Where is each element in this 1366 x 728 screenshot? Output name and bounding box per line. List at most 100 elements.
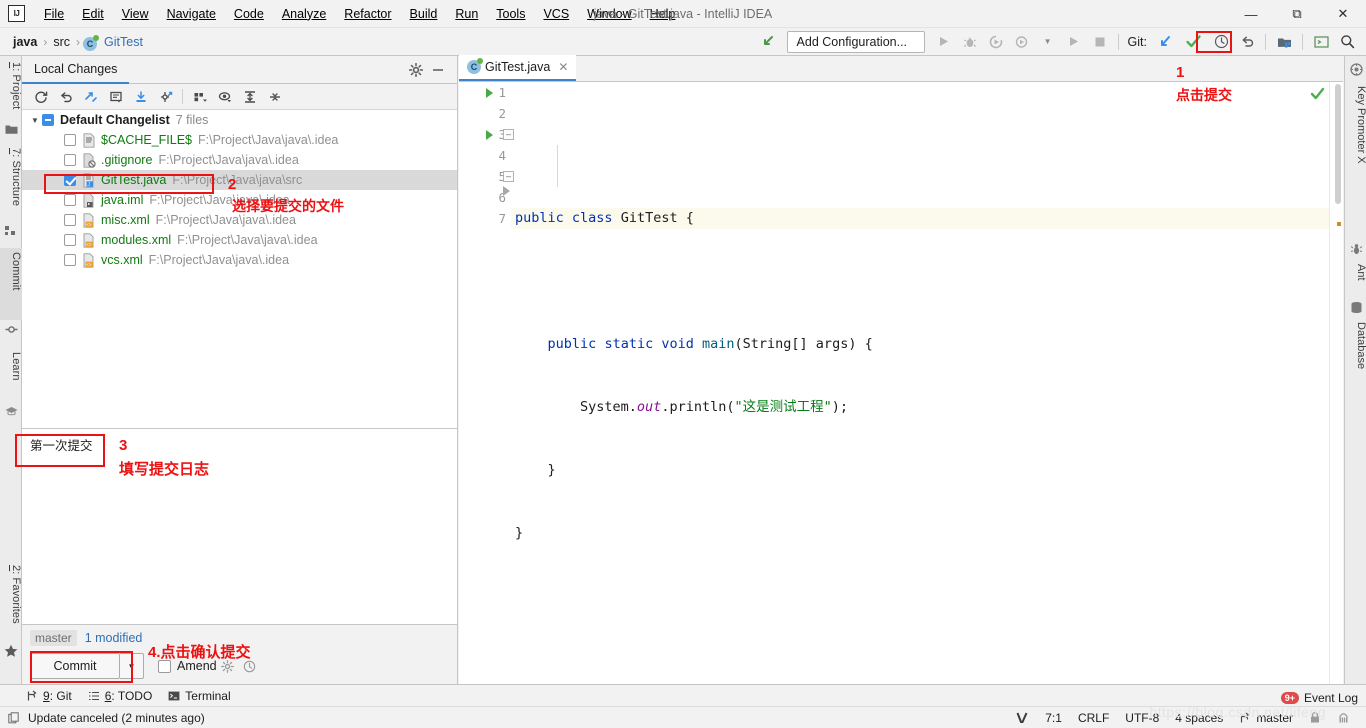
amend-checkbox[interactable] <box>158 659 171 673</box>
maximize-button[interactable]: ⧉ <box>1274 0 1320 28</box>
menu-help[interactable]: Help <box>641 2 685 26</box>
minimize-panel-icon[interactable] <box>427 59 449 81</box>
project-structure-icon[interactable] <box>1271 30 1297 54</box>
close-icon[interactable]: ✕ <box>558 60 568 74</box>
changelist-row[interactable]: ▼ Default Changelist 7 files <box>22 110 457 130</box>
event-log-button[interactable]: 9+ Event Log <box>1280 691 1358 705</box>
indent-setting[interactable]: 4 spaces <box>1167 711 1231 725</box>
caret-position[interactable]: 7:1 <box>1037 711 1070 725</box>
tab-gittest-java[interactable]: C GitTest.java ✕ <box>459 55 577 81</box>
menu-view[interactable]: View <box>113 2 158 26</box>
sidebar-item-key-promoter[interactable]: Key Promoter X <box>1345 82 1366 190</box>
breadcrumb-src[interactable]: src <box>50 33 73 51</box>
menu-run[interactable]: Run <box>446 2 487 26</box>
rollback-icon[interactable] <box>53 85 78 109</box>
stop-icon[interactable] <box>1087 30 1113 54</box>
chevron-down-icon[interactable]: ▼ <box>28 116 42 125</box>
history-icon[interactable] <box>239 656 261 676</box>
run-gutter-icon[interactable] <box>486 130 493 140</box>
table-row[interactable]: java.iml F:\Project\Java\java\.idea <box>22 190 457 210</box>
menu-build[interactable]: Build <box>401 2 447 26</box>
file-checkbox[interactable] <box>64 214 76 226</box>
file-checkbox[interactable] <box>64 254 76 266</box>
history-icon[interactable] <box>1208 30 1234 54</box>
lock-icon[interactable] <box>1301 711 1329 724</box>
commit-message-input[interactable]: 第一次提交 <box>22 428 457 624</box>
shelve-icon[interactable] <box>128 85 153 109</box>
profile-icon[interactable] <box>1009 30 1035 54</box>
run-gutter-icon[interactable] <box>486 88 493 98</box>
status-branch[interactable]: master <box>1231 711 1301 725</box>
table-row[interactable]: <> vcs.xml F:\Project\Java\java\.idea <box>22 250 457 270</box>
file-checkbox[interactable] <box>64 174 76 186</box>
toolwindow-todo[interactable]: 6: TODO <box>88 689 152 703</box>
breadcrumb-java[interactable]: java <box>10 33 40 51</box>
menu-tools[interactable]: Tools <box>487 2 534 26</box>
rollback-icon[interactable] <box>1234 30 1260 54</box>
file-checkbox[interactable] <box>64 234 76 246</box>
sidebar-item-database[interactable]: Database <box>1345 318 1366 390</box>
sidebar-item-structure[interactable]: 7: Structure <box>0 144 22 222</box>
move-to-changelist-icon[interactable] <box>153 85 178 109</box>
menu-navigate[interactable]: Navigate <box>158 2 225 26</box>
add-configuration-button[interactable]: Add Configuration... <box>786 30 925 53</box>
sidebar-item-learn[interactable]: Learn <box>0 348 22 400</box>
scrollbar-thumb[interactable] <box>1335 84 1341 204</box>
sidebar-item-favorites[interactable]: 2: Favorites <box>0 561 22 641</box>
amend-checkbox-group[interactable]: Amend <box>158 659 217 673</box>
menu-edit[interactable]: Edit <box>73 2 113 26</box>
table-row[interactable]: $CACHE_FILE$ F:\Project\Java\java\.idea <box>22 130 457 150</box>
chevron-down-icon[interactable]: ▼ <box>1035 30 1061 54</box>
commit-checkmark-icon[interactable] <box>1178 30 1208 54</box>
table-row[interactable]: .gitignore F:\Project\Java\java\.idea <box>22 150 457 170</box>
gear-icon[interactable] <box>405 59 427 81</box>
refresh-icon[interactable] <box>28 85 53 109</box>
minimize-button[interactable]: — <box>1228 0 1274 28</box>
edit-message-icon[interactable] <box>103 85 128 109</box>
menu-refactor[interactable]: Refactor <box>335 2 400 26</box>
changes-tree[interactable]: ▼ Default Changelist 7 files $CACHE_FILE… <box>22 110 457 428</box>
sidebar-item-ant[interactable]: Ant <box>1345 260 1366 294</box>
run-coverage-icon[interactable] <box>983 30 1009 54</box>
menu-vcs[interactable]: VCS <box>534 2 578 26</box>
breadcrumb-gittest[interactable]: GitTest <box>101 33 146 51</box>
modified-count-label[interactable]: 1 modified <box>85 631 143 645</box>
sidebar-item-project[interactable]: 1: Project <box>0 58 22 120</box>
gear-icon[interactable] <box>217 656 239 676</box>
editor-gutter[interactable]: 1 2 3 4 5 6 7 – – <box>459 82 514 688</box>
commit-button[interactable]: Commit <box>30 653 120 679</box>
terminal-icon[interactable] <box>1308 30 1334 54</box>
sidebar-item-commit[interactable]: Commit <box>0 248 22 320</box>
toolwindow-git[interactable]: 9: Git <box>26 689 72 703</box>
group-by-icon[interactable] <box>187 85 212 109</box>
run-icon[interactable] <box>931 30 957 54</box>
inspection-hector-icon[interactable] <box>1329 711 1358 724</box>
menu-code[interactable]: Code <box>225 2 273 26</box>
run-secondary-icon[interactable] <box>1061 30 1087 54</box>
file-checkbox[interactable] <box>64 154 76 166</box>
preview-eye-icon[interactable] <box>212 85 237 109</box>
line-separator[interactable]: CRLF <box>1070 711 1117 725</box>
menu-analyze[interactable]: Analyze <box>273 2 335 26</box>
back-arrow-icon[interactable] <box>755 30 781 54</box>
menu-window[interactable]: Window <box>578 2 640 26</box>
code-editor[interactable]: 1 2 3 4 5 6 7 – – public class GitTest { <box>459 82 1343 688</box>
update-project-icon[interactable] <box>1152 30 1178 54</box>
debug-icon[interactable] <box>957 30 983 54</box>
fold-collapsed-icon[interactable] <box>503 186 510 196</box>
toolwindow-terminal[interactable]: Terminal <box>168 689 231 703</box>
table-row[interactable]: <> modules.xml F:\Project\Java\java\.ide… <box>22 230 457 250</box>
close-button[interactable]: ✕ <box>1320 0 1366 28</box>
search-icon[interactable] <box>1334 30 1360 54</box>
code-content[interactable]: public class GitTest { public static voi… <box>511 82 1329 688</box>
table-row[interactable]: J GitTest.java F:\Project\Java\java\src <box>22 170 457 190</box>
changelist-checkbox[interactable] <box>42 114 54 126</box>
commit-dropdown-button[interactable]: ▼ <box>120 653 144 679</box>
expand-all-icon[interactable] <box>237 85 262 109</box>
file-checkbox[interactable] <box>64 134 76 146</box>
status-message[interactable]: Update canceled (2 minutes ago) <box>28 711 205 725</box>
menu-file[interactable]: File <box>35 2 73 26</box>
collapse-all-icon[interactable] <box>262 85 287 109</box>
editor-scrollbar[interactable] <box>1329 82 1343 688</box>
file-checkbox[interactable] <box>64 194 76 206</box>
